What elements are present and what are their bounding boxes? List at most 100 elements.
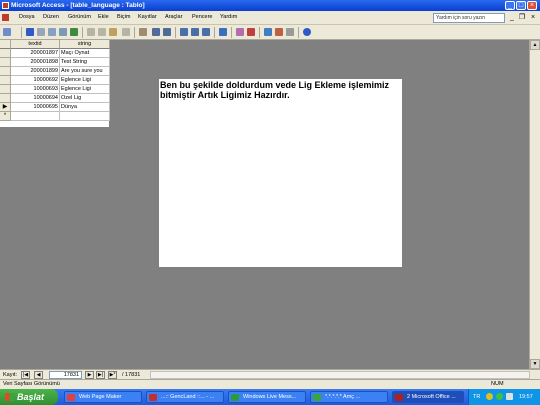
toolbar [0, 25, 540, 40]
taskbar-button-gencland[interactable]: ...:: GencLand ::... - ... [146, 391, 224, 403]
toolbar-separator [214, 27, 215, 38]
doc-close-button[interactable]: × [529, 14, 537, 22]
cell-string[interactable]: Are you sure you [60, 67, 110, 76]
toolbar-separator [231, 27, 232, 38]
menu-araclar[interactable]: Araçlar [165, 14, 182, 20]
new-record-nav-button[interactable]: ▶* [108, 371, 117, 379]
cell-textid[interactable]: 10000692 [11, 76, 60, 85]
scroll-down-arrow[interactable]: ▼ [530, 359, 540, 369]
menu-pencere[interactable]: Pencere [192, 14, 213, 20]
menu-kayitlar[interactable]: Kayıtlar [138, 14, 157, 20]
volume-icon[interactable] [506, 393, 513, 400]
menu-gorunum[interactable]: Görünüm [68, 14, 91, 20]
task-label: *.*.*.*.* Amç ... [325, 394, 361, 400]
print-preview-icon[interactable] [59, 28, 67, 36]
next-record-button[interactable]: ▶ [85, 371, 94, 379]
record-number-input[interactable]: 17831 [49, 371, 82, 379]
help-icon[interactable] [303, 28, 311, 36]
new-record-icon[interactable] [236, 28, 244, 36]
spelling-icon[interactable] [70, 28, 78, 36]
taskbar-button-microsoft-office[interactable]: 2 Microsoft Office ... [392, 391, 464, 403]
row-selector[interactable] [0, 58, 11, 67]
access-app-icon[interactable] [2, 2, 9, 9]
doc-restore-button[interactable]: ❐ [518, 14, 526, 22]
row-selector[interactable] [0, 76, 11, 85]
tray-icon[interactable] [496, 393, 503, 400]
previous-record-button[interactable]: ◀ [34, 371, 43, 379]
vertical-scrollbar[interactable]: ▲ ▼ [529, 40, 540, 370]
menu-duzen[interactable]: Düzen [43, 14, 59, 20]
taskbar-button-windows-live-messenger[interactable]: Windows Live Mess... [228, 391, 306, 403]
apply-filter-icon[interactable] [202, 28, 210, 36]
cell-string[interactable]: Dünya [60, 103, 110, 112]
menu-bar: Dosya Düzen Görünüm Ekle Biçim Kayıtlar … [0, 11, 540, 25]
database-window-icon[interactable] [264, 28, 272, 36]
row-selector[interactable] [0, 49, 11, 58]
current-row-marker[interactable]: ▶ [0, 103, 11, 112]
delete-record-icon[interactable] [247, 28, 255, 36]
language-indicator[interactable]: TR [473, 389, 480, 405]
filter-by-form-icon[interactable] [191, 28, 199, 36]
sort-ascending-icon[interactable] [152, 28, 160, 36]
cell-textid[interactable]: 200001898 [11, 58, 60, 67]
copy-icon[interactable] [98, 28, 106, 36]
new-record-marker[interactable]: * [0, 112, 11, 121]
column-header-string[interactable]: string [60, 40, 110, 49]
row-selector[interactable] [0, 85, 11, 94]
cell-textid[interactable]: 10000693 [11, 85, 60, 94]
file-search-icon[interactable] [37, 28, 45, 36]
view-icon[interactable] [3, 28, 11, 36]
find-icon[interactable] [219, 28, 227, 36]
scroll-up-arrow[interactable]: ▲ [530, 40, 540, 50]
menu-dosya[interactable]: Dosya [19, 14, 35, 20]
record-total: / 17831 [122, 372, 141, 378]
datasheet: textid string 200001897 Maçı Oynat 20000… [0, 40, 110, 128]
row-selector[interactable] [0, 94, 11, 103]
row-selector[interactable] [0, 67, 11, 76]
print-icon[interactable] [48, 28, 56, 36]
cell-textid[interactable]: 200001899 [11, 67, 60, 76]
close-button[interactable]: × [527, 1, 537, 10]
taskbar-button-web-page-maker[interactable]: Web Page Maker [64, 391, 142, 403]
toolbar-separator [175, 27, 176, 38]
doc-minimize-button[interactable]: _ [508, 14, 516, 22]
cell-string[interactable]: Ozel Lig [60, 94, 110, 103]
status-bar: Veri Sayfası Görünümü NUM [0, 379, 540, 389]
menu-yardim[interactable]: Yardım [220, 14, 237, 20]
cell-string[interactable]: Eglence Ligi [60, 76, 110, 85]
help-question-box[interactable]: Yardım için soru yazın [433, 13, 505, 23]
access-icon [395, 394, 403, 401]
new-object-dropdown-icon[interactable] [286, 28, 294, 36]
new-cell-string[interactable] [60, 112, 110, 121]
sort-descending-icon[interactable] [163, 28, 171, 36]
column-header-textid[interactable]: textid [11, 40, 60, 49]
select-all-corner[interactable] [0, 40, 11, 49]
first-record-button[interactable]: |◀ [21, 371, 30, 379]
paste-icon[interactable] [109, 28, 117, 36]
menu-bicim[interactable]: Biçim [117, 14, 130, 20]
document-icon[interactable] [2, 14, 9, 21]
record-navigator: Kayıt: |◀ ◀ 17831 ▶ ▶| ▶* / 17831 [0, 369, 540, 379]
cell-string[interactable]: Test String [60, 58, 110, 67]
maximize-button[interactable]: □ [516, 1, 526, 10]
menu-ekle[interactable]: Ekle [98, 14, 109, 20]
cell-string[interactable]: Eglence Ligi [60, 85, 110, 94]
cell-textid[interactable]: 10000694 [11, 94, 60, 103]
minimize-button[interactable]: _ [505, 1, 515, 10]
save-icon[interactable] [26, 28, 34, 36]
undo-icon[interactable] [122, 28, 130, 36]
insert-hyperlink-icon[interactable] [139, 28, 147, 36]
tray-icon[interactable] [486, 393, 493, 400]
cell-string[interactable]: Maçı Oynat [60, 49, 110, 58]
cell-textid[interactable]: 200001897 [11, 49, 60, 58]
start-button[interactable]: Başlat [0, 389, 58, 405]
horizontal-scrollbar[interactable] [150, 371, 530, 379]
new-object-icon[interactable] [275, 28, 283, 36]
taskbar-button-chat[interactable]: *.*.*.*.* Amç ... [310, 391, 388, 403]
messenger-icon [231, 394, 239, 401]
cell-textid[interactable]: 10000695 [11, 103, 60, 112]
last-record-button[interactable]: ▶| [96, 371, 105, 379]
cut-icon[interactable] [87, 28, 95, 36]
new-cell-textid[interactable] [11, 112, 60, 121]
filter-by-selection-icon[interactable] [180, 28, 188, 36]
